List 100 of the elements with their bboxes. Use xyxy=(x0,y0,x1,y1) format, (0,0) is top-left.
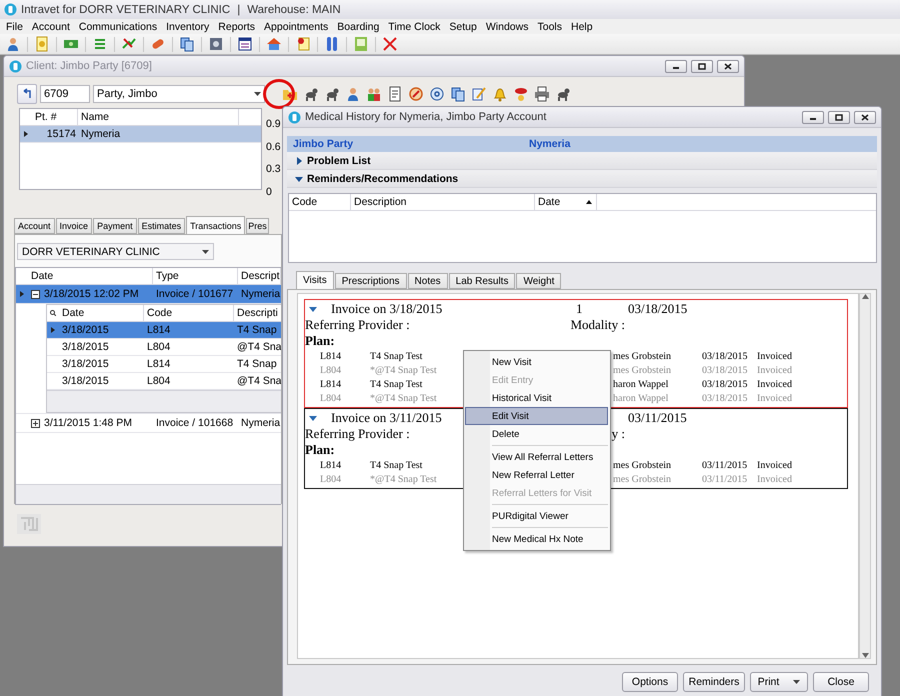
tab[interactable]: Estimates xyxy=(138,218,186,234)
dropdown-button[interactable]: Print xyxy=(750,672,808,692)
column-header[interactable]: Code xyxy=(289,194,351,210)
minimize-button[interactable] xyxy=(665,60,687,72)
menu-item[interactable]: File xyxy=(2,20,28,32)
menu-item[interactable]: Edit Visit xyxy=(465,407,608,425)
column-header[interactable]: Name xyxy=(78,109,239,125)
collapse-arrow-icon[interactable] xyxy=(309,414,317,422)
scrollbar[interactable] xyxy=(859,293,871,659)
column-header[interactable]: Date xyxy=(59,305,144,321)
minimize-button[interactable] xyxy=(802,110,824,124)
plan-provider: mes Grobstein xyxy=(613,460,672,470)
menu-item[interactable]: Inventory xyxy=(162,20,214,32)
plan-date: 03/11/2015 xyxy=(702,460,748,470)
tab[interactable]: Weight xyxy=(516,273,562,289)
menu-item[interactable]: Help xyxy=(567,20,598,32)
tab[interactable]: Transactions xyxy=(186,216,246,234)
brand-logo-icon xyxy=(17,514,41,534)
client-number-field[interactable]: 6709 xyxy=(40,85,90,103)
section-header[interactable]: Problem List xyxy=(287,152,877,170)
menu-item[interactable]: Setup xyxy=(445,20,482,32)
menu-item[interactable]: Reports xyxy=(214,20,260,32)
plan-description: *@T4 Snap Test xyxy=(370,474,437,484)
close-button[interactable] xyxy=(717,60,739,72)
column-header[interactable]: Descript xyxy=(238,268,281,284)
column-header[interactable]: Code xyxy=(144,305,234,321)
section-header[interactable]: Reminders/Recommendations xyxy=(287,170,877,188)
close-button[interactable] xyxy=(854,110,876,124)
table-cell: Nymeria xyxy=(241,288,280,300)
tab[interactable]: Payment xyxy=(93,218,137,234)
detail-row[interactable]: 3/18/2015 L814 T4 Snap xyxy=(47,356,281,373)
menu-item[interactable]: PURdigital Viewer xyxy=(465,507,608,525)
tab[interactable]: Pres xyxy=(246,218,269,234)
house-icon[interactable] xyxy=(265,35,283,53)
menu-item[interactable]: New Visit xyxy=(465,353,608,371)
detail-row[interactable]: 3/18/2015 L814 T4 Snap xyxy=(47,322,281,339)
collapse-arrow-icon[interactable] xyxy=(309,304,317,312)
plan-code: L804 xyxy=(320,364,342,376)
copy-icon[interactable] xyxy=(449,85,467,103)
menu-item[interactable]: View All Referral Letters xyxy=(465,448,608,466)
tab[interactable]: Lab Results xyxy=(448,273,516,289)
warehouse-label: Warehouse: MAIN xyxy=(247,4,341,16)
column-header[interactable]: Type xyxy=(153,268,238,284)
table-cell: 3/18/2015 xyxy=(62,358,109,370)
return-arrow-icon xyxy=(22,88,32,100)
table-cell: Invoice / 101677 xyxy=(156,288,234,300)
column-header[interactable]: Description xyxy=(351,194,535,210)
printer-icon[interactable] xyxy=(533,85,551,103)
menu-item[interactable]: Windows xyxy=(482,20,534,32)
calendar-icon[interactable] xyxy=(236,35,254,53)
row-pointer-icon xyxy=(20,291,24,297)
axis-label: 0.9 xyxy=(266,118,281,130)
plan-description: T4 Snap Test xyxy=(370,378,422,390)
footer-button[interactable]: Reminders xyxy=(683,672,745,692)
clinic-combo[interactable]: DORR VETERINARY CLINIC xyxy=(17,243,214,260)
app-logo-icon xyxy=(4,3,17,16)
menu-item[interactable]: Historical Visit xyxy=(465,389,608,407)
menu-item[interactable]: Boarding xyxy=(333,20,384,32)
column-header[interactable]: Pt. # xyxy=(32,109,78,125)
plan-code: L814 xyxy=(320,378,342,390)
footer-button[interactable]: Close xyxy=(813,672,869,692)
safe-icon[interactable] xyxy=(207,35,225,53)
table-cell: L804 xyxy=(147,341,170,353)
column-header[interactable]: Date xyxy=(28,268,153,284)
expand-icon[interactable] xyxy=(31,418,40,428)
scroll-up-icon[interactable] xyxy=(862,294,868,299)
collapse-arrow-icon[interactable] xyxy=(295,174,303,182)
client-name-combo[interactable]: Party, Jimbo xyxy=(93,85,265,103)
plan-date: 03/18/2015 xyxy=(702,392,748,404)
collapse-icon[interactable] xyxy=(31,290,40,298)
tab[interactable]: Account xyxy=(14,218,55,234)
plan-description: T4 Snap Test xyxy=(370,350,422,362)
menu-item[interactable]: New Medical Hx Note xyxy=(465,530,608,548)
scroll-down-icon[interactable] xyxy=(862,653,868,658)
footer-button[interactable]: Options xyxy=(622,672,678,692)
plan-provider: mes Grobstein xyxy=(613,474,672,484)
menu-item[interactable]: Account xyxy=(28,20,75,32)
maximize-button[interactable] xyxy=(691,60,713,72)
patient-row[interactable]: 15174 Nymeria xyxy=(20,126,261,143)
tab[interactable]: Invoice xyxy=(56,218,92,234)
menu-item[interactable]: New Referral Letter xyxy=(465,466,608,484)
pen-icon[interactable] xyxy=(470,85,488,103)
menu-item[interactable]: Tools xyxy=(533,20,567,32)
menu-item[interactable]: Time Clock xyxy=(384,20,446,32)
tab[interactable]: Notes xyxy=(408,273,448,289)
tab[interactable]: Visits xyxy=(296,271,334,289)
column-header[interactable]: Date xyxy=(535,194,597,210)
expand-arrow-icon[interactable] xyxy=(295,156,303,164)
search-icon[interactable] xyxy=(50,310,56,316)
maximize-button[interactable] xyxy=(828,110,850,124)
copy-icon[interactable] xyxy=(178,35,196,53)
menu-item[interactable]: Delete xyxy=(465,425,608,443)
caret-icon xyxy=(202,250,209,254)
close-icon[interactable] xyxy=(381,35,399,53)
menu-item[interactable]: Appointments xyxy=(260,20,334,32)
transaction-row[interactable]: 3/18/2015 12:02 PM Invoice / 101677 Nymeria xyxy=(16,285,281,304)
menu-item[interactable]: Communications xyxy=(74,20,162,32)
tab[interactable]: Prescriptions xyxy=(334,273,407,289)
back-button[interactable] xyxy=(17,84,37,104)
plan-status: Invoiced xyxy=(757,378,792,390)
